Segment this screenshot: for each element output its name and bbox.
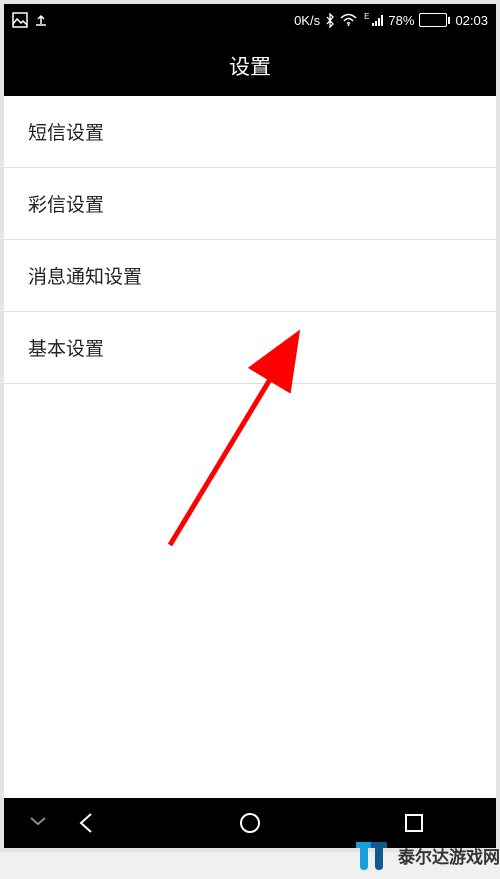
battery-icon — [419, 13, 450, 27]
status-right: 0K/s E 78% 02:03 — [294, 13, 488, 28]
data-speed: 0K/s — [294, 13, 320, 28]
settings-item-sms[interactable]: 短信设置 — [4, 96, 496, 168]
status-bar: 0K/s E 78% 02:03 — [4, 4, 496, 36]
watermark-text: 泰尔达游戏网 — [398, 843, 500, 868]
network-type: E — [364, 12, 369, 21]
settings-item-mms[interactable]: 彩信设置 — [4, 168, 496, 240]
gallery-icon — [12, 12, 28, 28]
watermark: 泰尔达游戏网 — [354, 836, 500, 874]
status-left — [12, 12, 48, 28]
watermark-icon — [354, 836, 392, 874]
signal-icon — [372, 14, 383, 26]
battery-percent: 78% — [388, 13, 414, 28]
settings-item-label: 消息通知设置 — [28, 267, 142, 288]
settings-item-label: 短信设置 — [28, 123, 104, 144]
chevron-down-icon[interactable] — [29, 814, 47, 832]
bluetooth-icon — [325, 13, 335, 28]
phone-screen: 0K/s E 78% 02:03 设置 — [0, 0, 500, 852]
title-bar: 设置 — [4, 36, 496, 96]
page-title: 设置 — [229, 51, 271, 81]
settings-list: 短信设置 彩信设置 消息通知设置 基本设置 — [4, 96, 496, 798]
nav-back-button[interactable] — [64, 801, 108, 845]
settings-item-label: 基本设置 — [28, 339, 104, 360]
settings-item-notification[interactable]: 消息通知设置 — [4, 240, 496, 312]
clock: 02:03 — [455, 13, 488, 28]
wifi-icon — [340, 13, 357, 27]
upload-icon — [34, 13, 48, 27]
settings-item-basic[interactable]: 基本设置 — [4, 312, 496, 384]
nav-home-button[interactable] — [228, 801, 272, 845]
settings-item-label: 彩信设置 — [28, 195, 104, 216]
